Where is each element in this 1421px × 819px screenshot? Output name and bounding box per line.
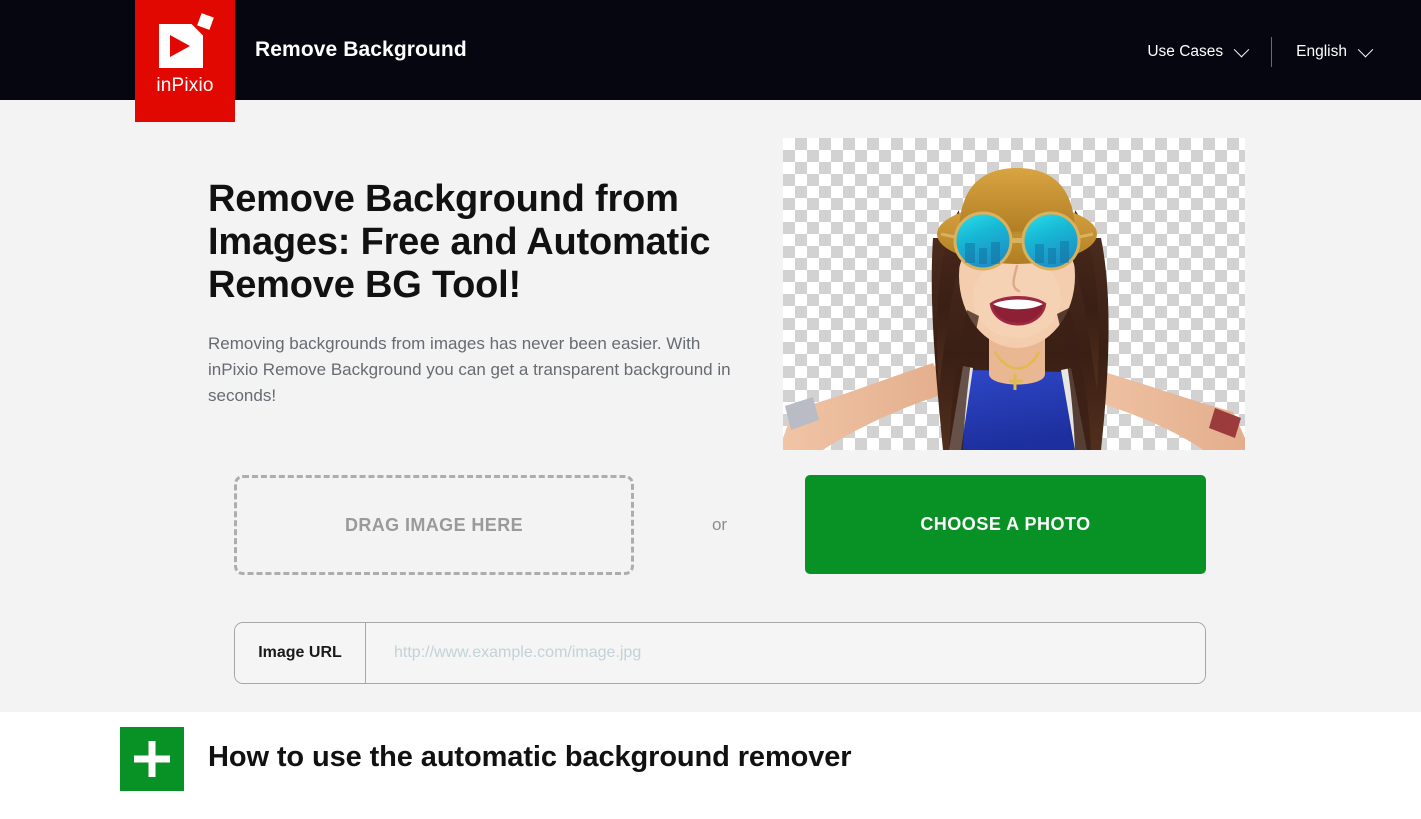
image-url-input[interactable] [366, 623, 1205, 683]
dropzone-label: DRAG IMAGE HERE [344, 514, 523, 535]
hero-subtext: Removing backgrounds from images has nev… [208, 334, 731, 405]
chevron-down-icon [1357, 41, 1374, 57]
sample-image-preview [783, 138, 1245, 450]
or-separator-label: or [711, 515, 728, 534]
page-root: Remove Background Use Cases English inPi… [0, 0, 1421, 819]
hero-section: Remove Background from Images: Free and … [0, 100, 1421, 712]
page-title: Remove Background [255, 38, 467, 61]
nav-item-label: Use Cases [1147, 43, 1224, 60]
upload-controls: DRAG IMAGE HERE or CHOOSE A PHOTO [234, 475, 1206, 575]
nav-item-use-cases[interactable]: Use Cases [1133, 41, 1261, 61]
plus-icon[interactable] [120, 727, 184, 791]
inpixio-play-logo-icon [157, 13, 214, 70]
chevron-down-icon [1233, 41, 1250, 57]
image-url-label: Image URL [235, 623, 366, 683]
image-url-field-group: Image URL [234, 622, 1206, 684]
hero-headline: Remove Background from Images: Free and … [208, 178, 711, 306]
nav-item-language[interactable]: English [1282, 41, 1385, 61]
drag-image-dropzone[interactable]: DRAG IMAGE HERE [234, 475, 634, 575]
header-nav: Use Cases English [1133, 37, 1385, 67]
nav-item-label: English [1296, 43, 1347, 60]
inpixio-logo[interactable]: inPixio [135, 0, 235, 122]
howto-title: How to use the automatic background remo… [208, 741, 852, 773]
logo-spark-shape [197, 13, 214, 30]
woman-selfie-photo [783, 168, 1245, 450]
nav-divider [1271, 37, 1273, 67]
choose-a-photo-button[interactable]: CHOOSE A PHOTO [805, 475, 1206, 574]
howto-section: How to use the automatic background remo… [0, 712, 1421, 819]
play-triangle-icon [170, 35, 190, 57]
logo-wordmark: inPixio [156, 75, 214, 96]
